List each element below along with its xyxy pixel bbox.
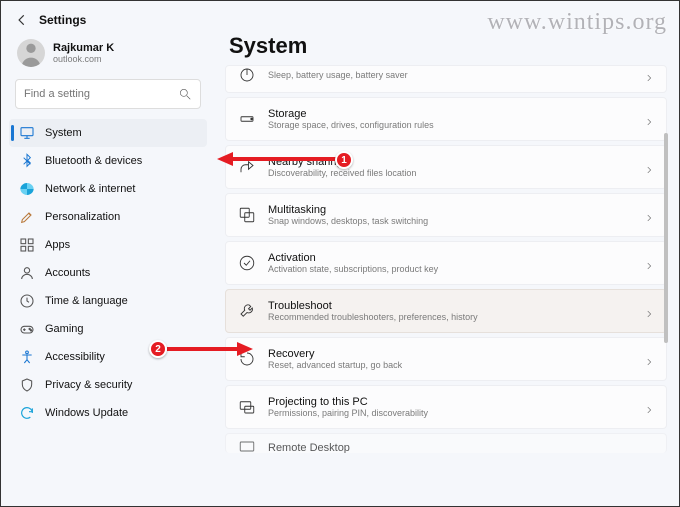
nav: System Bluetooth & devices Network & inter… (9, 119, 207, 427)
card-power[interactable]: Sleep, battery usage, battery saver (225, 65, 667, 93)
apps-icon (19, 237, 35, 253)
card-subtitle: Recommended troubleshooters, preferences… (268, 312, 632, 322)
project-icon (238, 398, 256, 416)
recovery-icon (238, 350, 256, 368)
time-icon (19, 293, 35, 309)
profile-name: Rajkumar K (53, 42, 114, 54)
nav-item-time[interactable]: Time & language (9, 287, 207, 315)
card-subtitle: Reset, advanced startup, go back (268, 360, 632, 370)
annotation-badge-2: 2 (149, 340, 167, 358)
card-share[interactable]: Nearby sharingDiscoverability, received … (225, 145, 667, 189)
back-icon[interactable] (15, 13, 29, 27)
nav-item-apps[interactable]: Apps (9, 231, 207, 259)
card-recovery[interactable]: RecoveryReset, advanced startup, go back (225, 337, 667, 381)
page-title: System (225, 33, 667, 65)
card-title: Troubleshoot (268, 300, 632, 312)
nav-item-system[interactable]: System (9, 119, 207, 147)
nav-item-label: Personalization (45, 211, 120, 223)
card-subtitle: Storage space, drives, configuration rul… (268, 120, 632, 130)
chevron-right-icon (644, 210, 654, 220)
chevron-right-icon (644, 354, 654, 364)
nav-item-label: System (45, 127, 82, 139)
bluetooth-icon (19, 153, 35, 169)
chevron-right-icon (644, 306, 654, 316)
card-remote[interactable]: Remote Desktop (225, 433, 667, 453)
gaming-icon (19, 321, 35, 337)
chevron-right-icon (644, 70, 654, 80)
activation-icon (238, 254, 256, 272)
search-box[interactable] (15, 79, 201, 109)
main: System Sleep, battery usage, battery sav… (215, 33, 679, 502)
nav-item-gaming[interactable]: Gaming (9, 315, 207, 343)
system-icon (19, 125, 35, 141)
sidebar: Rajkumar K outlook.com System Bluetooth &… (1, 33, 215, 502)
power-icon (238, 66, 256, 84)
nav-item-label: Time & language (45, 295, 128, 307)
card-multitask[interactable]: MultitaskingSnap windows, desktops, task… (225, 193, 667, 237)
chevron-right-icon (644, 402, 654, 412)
nav-item-label: Bluetooth & devices (45, 155, 142, 167)
share-icon (238, 158, 256, 176)
nav-item-update[interactable]: Windows Update (9, 399, 207, 427)
card-title: Activation (268, 252, 632, 264)
card-subtitle: Activation state, subscriptions, product… (268, 264, 632, 274)
app-title: Settings (39, 13, 86, 27)
nav-item-label: Accessibility (45, 351, 105, 363)
card-subtitle: Sleep, battery usage, battery saver (268, 70, 632, 80)
card-title: Nearby sharing (268, 156, 632, 168)
card-activation[interactable]: ActivationActivation state, subscription… (225, 241, 667, 285)
profile-block[interactable]: Rajkumar K outlook.com (9, 37, 207, 77)
card-subtitle: Snap windows, desktops, task switching (268, 216, 632, 226)
card-project[interactable]: Projecting to this PCPermissions, pairin… (225, 385, 667, 429)
nav-item-bluetooth[interactable]: Bluetooth & devices (9, 147, 207, 175)
nav-item-label: Privacy & security (45, 379, 132, 391)
nav-item-privacy[interactable]: Privacy & security (9, 371, 207, 399)
card-title: Remote Desktop (268, 442, 654, 454)
profile-email: outlook.com (53, 54, 114, 64)
search-input[interactable] (24, 88, 178, 100)
personalization-icon (19, 209, 35, 225)
search-icon (178, 87, 192, 101)
card-title: Storage (268, 108, 632, 120)
card-title: Projecting to this PC (268, 396, 632, 408)
card-subtitle: Discoverability, received files location (268, 168, 632, 178)
card-troubleshoot[interactable]: TroubleshootRecommended troubleshooters,… (225, 289, 667, 333)
nav-item-accessibility[interactable]: Accessibility (9, 343, 207, 371)
nav-item-label: Apps (45, 239, 70, 251)
chevron-right-icon (644, 258, 654, 268)
scrollbar-thumb[interactable] (664, 133, 668, 343)
nav-item-label: Gaming (45, 323, 84, 335)
nav-item-label: Windows Update (45, 407, 128, 419)
storage-icon (238, 110, 256, 128)
privacy-icon (19, 377, 35, 393)
annotation-badge-1: 1 (335, 151, 353, 169)
remote-icon (238, 439, 256, 454)
chevron-right-icon (644, 162, 654, 172)
nav-item-label: Network & internet (45, 183, 135, 195)
card-title: Multitasking (268, 204, 632, 216)
card-title: Recovery (268, 348, 632, 360)
nav-item-network[interactable]: Network & internet (9, 175, 207, 203)
multitask-icon (238, 206, 256, 224)
accessibility-icon (19, 349, 35, 365)
network-icon (19, 181, 35, 197)
troubleshoot-icon (238, 302, 256, 320)
accounts-icon (19, 265, 35, 281)
settings-list: Sleep, battery usage, battery saver Stora… (225, 65, 667, 498)
chevron-right-icon (644, 114, 654, 124)
nav-item-label: Accounts (45, 267, 90, 279)
update-icon (19, 405, 35, 421)
avatar (17, 39, 45, 67)
card-subtitle: Permissions, pairing PIN, discoverabilit… (268, 408, 632, 418)
nav-item-accounts[interactable]: Accounts (9, 259, 207, 287)
nav-item-personalization[interactable]: Personalization (9, 203, 207, 231)
card-storage[interactable]: StorageStorage space, drives, configurat… (225, 97, 667, 141)
scrollbar-track[interactable] (664, 65, 668, 498)
